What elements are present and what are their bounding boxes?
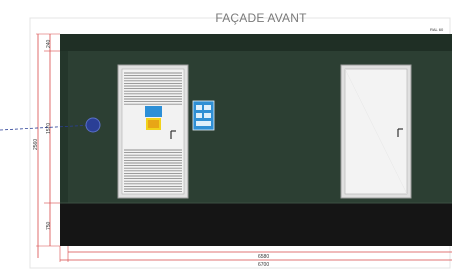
warning-sticker-inner — [148, 120, 159, 128]
location-marker — [85, 117, 101, 133]
left-door — [117, 64, 189, 199]
elevation-svg — [0, 17, 452, 269]
dim-overall-width: 6700 — [258, 262, 270, 268]
dim-top-band: 240 — [46, 39, 52, 48]
roof-band — [60, 34, 452, 51]
dim-overall-height: 2560 — [33, 138, 39, 150]
info-sticker-blue — [145, 106, 162, 117]
dim-inner-width: 6580 — [258, 254, 270, 260]
drawing-title: FAÇADE AVANT — [215, 11, 307, 25]
ral-note: RAL 60 — [430, 27, 444, 32]
signage-panel — [192, 100, 215, 131]
dim-middle-band: 1570 — [46, 122, 52, 134]
dim-bottom-band: 750 — [46, 221, 52, 230]
base-band — [60, 203, 452, 246]
facade-drawing: FAÇADE AVANT RAL 60 240 1570 2560 750 65… — [0, 0, 452, 269]
right-door — [340, 64, 412, 199]
